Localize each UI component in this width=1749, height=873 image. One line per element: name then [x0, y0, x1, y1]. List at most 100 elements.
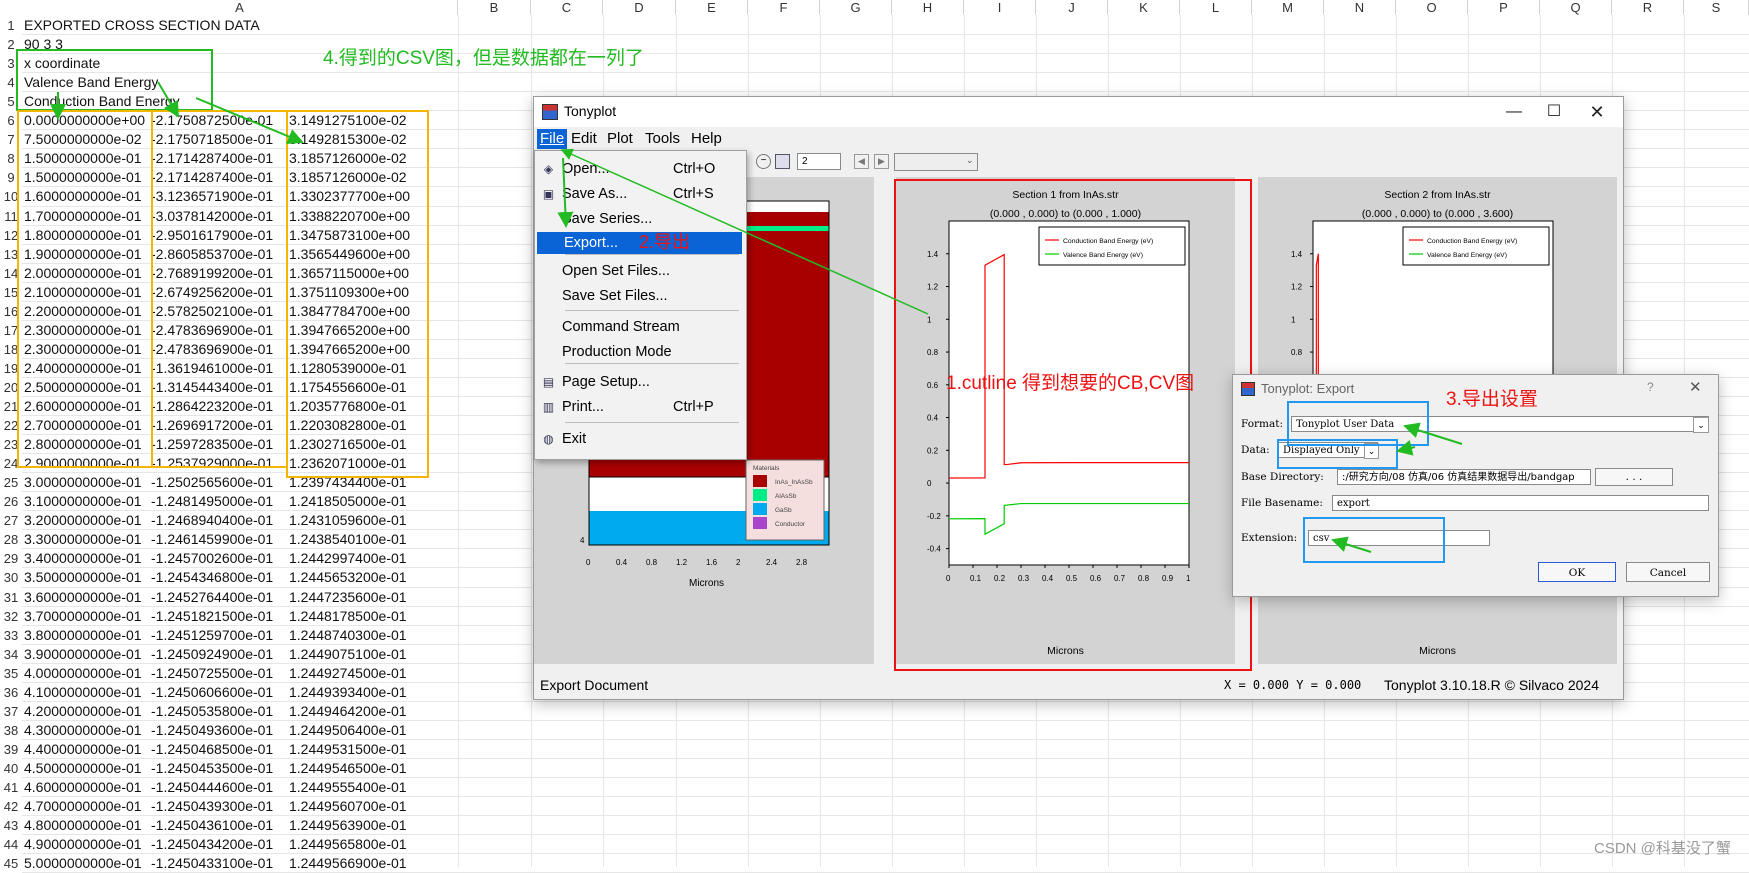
- minimize-button[interactable]: —: [1494, 100, 1534, 124]
- table-cell[interactable]: 1.2448740300e-01: [289, 626, 407, 645]
- table-cell[interactable]: 4.8000000000e-01: [24, 816, 142, 835]
- menu-file[interactable]: File: [537, 129, 568, 149]
- column-header[interactable]: J: [1036, 0, 1108, 15]
- ok-button[interactable]: OK: [1538, 562, 1616, 582]
- table-cell[interactable]: 1.2449560700e-01: [289, 797, 407, 816]
- table-cell[interactable]: -1.2450453500e-01: [151, 759, 273, 778]
- menu-help[interactable]: Help: [688, 129, 725, 149]
- base-directory-input[interactable]: :/研究方向/08 仿真/06 仿真结果数据导出/bandgap: [1337, 469, 1591, 485]
- row-header[interactable]: 41: [0, 778, 22, 797]
- menu-item-save-set-files[interactable]: Save Set Files...: [535, 285, 744, 307]
- table-cell[interactable]: 1.2445653200e-01: [289, 568, 407, 587]
- row-header[interactable]: 38: [0, 721, 22, 740]
- column-header[interactable]: G: [820, 0, 892, 15]
- table-cell[interactable]: 5.0000000000e-01: [24, 854, 142, 873]
- file-basename-input[interactable]: export: [1332, 495, 1709, 511]
- row-header[interactable]: 35: [0, 664, 22, 683]
- table-cell[interactable]: -1.2450434200e-01: [151, 835, 273, 854]
- table-cell[interactable]: 3.4000000000e-01: [24, 549, 142, 568]
- zoom-box-icon[interactable]: [775, 154, 790, 169]
- row-header[interactable]: 37: [0, 702, 22, 721]
- help-button[interactable]: ?: [1647, 380, 1654, 394]
- maximize-button[interactable]: ☐: [1534, 100, 1574, 124]
- table-cell[interactable]: 1.2449555400e-01: [289, 778, 407, 797]
- row-header[interactable]: 45: [0, 854, 22, 873]
- row-header[interactable]: 36: [0, 683, 22, 702]
- column-header[interactable]: M: [1252, 0, 1324, 15]
- column-header[interactable]: A: [22, 0, 458, 15]
- table-cell[interactable]: -1.2450535800e-01: [151, 702, 273, 721]
- table-cell[interactable]: -1.2461459900e-01: [151, 530, 273, 549]
- table-cell[interactable]: 4.5000000000e-01: [24, 759, 142, 778]
- table-cell[interactable]: 1.2449565800e-01: [289, 835, 407, 854]
- table-cell[interactable]: -1.2454346800e-01: [151, 568, 273, 587]
- menu-item-print[interactable]: Print... Ctrl+P ▥: [535, 396, 744, 418]
- column-header[interactable]: I: [964, 0, 1036, 15]
- table-cell[interactable]: -1.2450444600e-01: [151, 778, 273, 797]
- close-button[interactable]: ✕: [1577, 100, 1617, 124]
- row-header[interactable]: 42: [0, 797, 22, 816]
- table-cell[interactable]: 3.2000000000e-01: [24, 511, 142, 530]
- table-cell[interactable]: 1.2449464200e-01: [289, 702, 407, 721]
- table-cell[interactable]: -1.2450436100e-01: [151, 816, 273, 835]
- row-header[interactable]: 25: [0, 473, 22, 492]
- table-cell[interactable]: 1.2447235600e-01: [289, 588, 407, 607]
- cancel-button[interactable]: Cancel: [1626, 562, 1710, 582]
- table-cell[interactable]: 1.2449075100e-01: [289, 645, 407, 664]
- row-header[interactable]: 27: [0, 511, 22, 530]
- menu-item-command-stream[interactable]: Command Stream: [535, 316, 744, 338]
- table-cell[interactable]: 1.2418505000e-01: [289, 492, 407, 511]
- menu-plot[interactable]: Plot: [604, 129, 636, 149]
- table-cell[interactable]: 1.2448178500e-01: [289, 607, 407, 626]
- column-header[interactable]: O: [1396, 0, 1468, 15]
- column-header[interactable]: N: [1324, 0, 1396, 15]
- menu-item-save-as[interactable]: Save As... Ctrl+S ▣: [535, 183, 744, 205]
- table-cell[interactable]: -1.2450468500e-01: [151, 740, 273, 759]
- row-header[interactable]: 40: [0, 759, 22, 778]
- column-header[interactable]: S: [1684, 0, 1749, 15]
- row-header[interactable]: 43: [0, 816, 22, 835]
- table-cell[interactable]: 3.5000000000e-01: [24, 568, 142, 587]
- table-cell[interactable]: 1.2449274500e-01: [289, 664, 407, 683]
- table-cell[interactable]: 4.0000000000e-01: [24, 664, 142, 683]
- forward-icon[interactable]: ▶: [874, 154, 889, 169]
- table-cell[interactable]: -1.2450439300e-01: [151, 797, 273, 816]
- table-cell[interactable]: 4.1000000000e-01: [24, 683, 142, 702]
- table-cell[interactable]: EXPORTED CROSS SECTION DATA: [24, 16, 260, 35]
- menu-item-open-set-files[interactable]: Open Set Files...: [535, 260, 744, 282]
- row-header[interactable]: 34: [0, 645, 22, 664]
- table-cell[interactable]: 3.6000000000e-01: [24, 588, 142, 607]
- table-cell[interactable]: 1.2449546500e-01: [289, 759, 407, 778]
- table-cell[interactable]: -1.2450725500e-01: [151, 664, 273, 683]
- table-cell[interactable]: 3.3000000000e-01: [24, 530, 142, 549]
- column-header[interactable]: B: [458, 0, 531, 15]
- menu-item-open[interactable]: Open... Ctrl+O ◈: [535, 158, 744, 180]
- column-header[interactable]: L: [1180, 0, 1252, 15]
- table-cell[interactable]: 3.9000000000e-01: [24, 645, 142, 664]
- table-cell[interactable]: -1.2502565600e-01: [151, 473, 273, 492]
- column-header[interactable]: R: [1612, 0, 1684, 15]
- table-cell[interactable]: 4.9000000000e-01: [24, 835, 142, 854]
- table-cell[interactable]: 4.3000000000e-01: [24, 721, 142, 740]
- row-header[interactable]: 30: [0, 568, 22, 587]
- table-cell[interactable]: -1.2450433100e-01: [151, 854, 273, 873]
- table-cell[interactable]: 1.2431059600e-01: [289, 511, 407, 530]
- table-cell[interactable]: 1.2449506400e-01: [289, 721, 407, 740]
- table-cell[interactable]: 3.7000000000e-01: [24, 607, 142, 626]
- browse-button[interactable]: . . .: [1595, 468, 1673, 486]
- column-header[interactable]: D: [603, 0, 676, 15]
- menu-item-production-mode[interactable]: Production Mode: [535, 341, 744, 363]
- table-cell[interactable]: 4.7000000000e-01: [24, 797, 142, 816]
- column-header[interactable]: Q: [1540, 0, 1612, 15]
- table-cell[interactable]: -1.2451821500e-01: [151, 607, 273, 626]
- table-cell[interactable]: 3.1000000000e-01: [24, 492, 142, 511]
- row-header[interactable]: 29: [0, 549, 22, 568]
- table-cell[interactable]: 1.2449563900e-01: [289, 816, 407, 835]
- table-cell[interactable]: 1.2449531500e-01: [289, 740, 407, 759]
- table-cell[interactable]: 1.2449393400e-01: [289, 683, 407, 702]
- table-cell[interactable]: 4.4000000000e-01: [24, 740, 142, 759]
- table-cell[interactable]: 3.8000000000e-01: [24, 626, 142, 645]
- column-header[interactable]: P: [1468, 0, 1540, 15]
- table-cell[interactable]: -1.2451259700e-01: [151, 626, 273, 645]
- column-header[interactable]: K: [1108, 0, 1180, 15]
